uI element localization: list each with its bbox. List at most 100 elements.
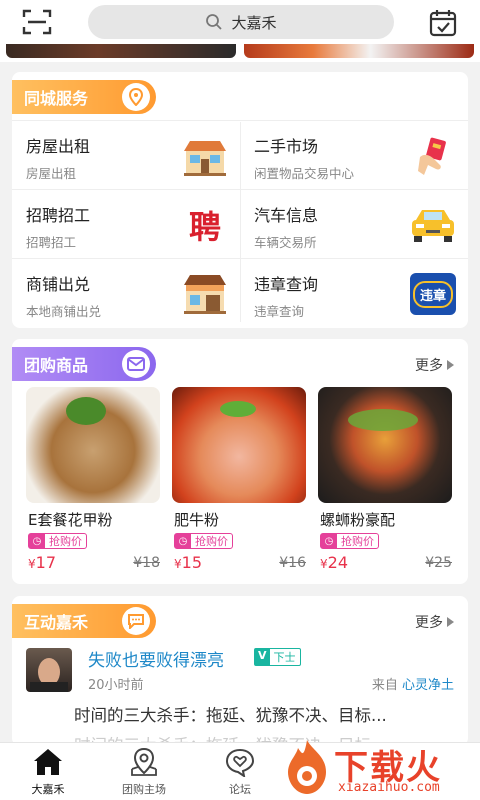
service-title: 二手市场	[254, 137, 319, 156]
rank-badge: V 下士	[254, 648, 301, 666]
shop-icon	[184, 275, 226, 314]
groupbuy-title-pill: 团购商品	[12, 347, 156, 381]
product-image[interactable]	[26, 387, 160, 503]
post-title[interactable]: 失败也要败得漂亮	[88, 646, 224, 671]
product-card[interactable]: 肥牛粉 ◷ 抢购价 ¥15 ¥16	[172, 387, 306, 575]
deal-tag: ◷ 抢购价	[174, 533, 233, 549]
service-house-rent[interactable]: 房屋出租 房屋出租	[12, 121, 240, 189]
services-title-pill: 同城服务	[12, 80, 156, 114]
chat-heart-icon	[225, 748, 255, 777]
currency-symbol: ¥	[28, 557, 36, 571]
clock-icon: ◷	[29, 534, 45, 548]
nav-item-home[interactable]: 大嘉禾	[8, 747, 88, 799]
service-subtitle: 房屋出租	[26, 166, 77, 181]
service-title: 汽车信息	[254, 206, 319, 225]
scan-icon[interactable]	[22, 8, 52, 36]
chat-bubble-icon	[122, 607, 150, 635]
price-value: 24	[327, 553, 348, 572]
service-subtitle: 本地商铺出兑	[26, 304, 102, 319]
service-recruitment[interactable]: 招聘招工 招聘招工 聘	[12, 190, 240, 258]
hand-card-icon	[418, 137, 446, 175]
currency-symbol: ¥	[174, 557, 182, 571]
violation-icon-text: 违章	[412, 280, 453, 308]
service-subtitle: 违章查询	[254, 304, 305, 319]
calendar-check-icon[interactable]	[428, 8, 458, 38]
product-name: 螺蛳粉豪配	[320, 511, 396, 529]
service-car-info[interactable]: 汽车信息 车辆交易所	[240, 190, 468, 258]
groupbuy-card: 团购商品 更多 E套餐花甲粉 ◷ 抢购价 ¥17 ¥18 肥牛粉 ◷ 抢购价 ¥…	[12, 339, 468, 584]
deal-tag-text: 抢购价	[195, 535, 228, 548]
service-title: 商铺出兑	[26, 275, 91, 294]
envelope-icon	[122, 350, 150, 378]
service-subtitle: 车辆交易所	[254, 235, 317, 250]
chevron-right-icon	[447, 617, 454, 627]
nav-label: 论坛	[229, 783, 251, 796]
clock-icon: ◷	[175, 534, 191, 548]
search-text: 大嘉禾	[231, 13, 277, 32]
product-card[interactable]: 螺蛳粉豪配 ◷ 抢购价 ¥24 ¥25	[318, 387, 452, 575]
violation-icon: 违章	[410, 273, 456, 315]
original-price: ¥16	[279, 555, 306, 571]
house-icon	[184, 141, 226, 176]
groupbuy-title: 团购商品	[24, 356, 89, 375]
services-title: 同城服务	[24, 89, 89, 108]
deal-tag: ◷ 抢购价	[320, 533, 379, 549]
groupbuy-more-link[interactable]: 更多	[415, 355, 454, 375]
car-icon	[412, 210, 454, 242]
post-source-prefix: 来自	[371, 678, 398, 693]
watermark: 下载火 xiazaihuo.com	[282, 736, 478, 800]
banner-image-left[interactable]	[6, 44, 236, 58]
more-label: 更多	[415, 358, 443, 374]
interaction-more-link[interactable]: 更多	[415, 612, 454, 632]
price-value: 17	[35, 553, 56, 572]
service-violation-query[interactable]: 违章查询 违章查询 违章	[240, 259, 468, 327]
search-bar[interactable]: 大嘉禾	[88, 5, 394, 39]
product-image[interactable]	[172, 387, 306, 503]
product-card[interactable]: E套餐花甲粉 ◷ 抢购价 ¥17 ¥18	[26, 387, 160, 575]
product-price: ¥24	[320, 553, 348, 572]
deal-tag-text: 抢购价	[49, 535, 82, 548]
top-bar: 大嘉禾	[0, 0, 480, 44]
product-price: ¥17	[28, 553, 56, 572]
post-body[interactable]: 时间的三大杀手：拖延、犹豫不决、目标...	[74, 702, 387, 726]
post-time: 20小时前	[88, 678, 144, 693]
search-icon	[206, 14, 223, 30]
deal-tag: ◷ 抢购价	[28, 533, 87, 549]
product-name: E套餐花甲粉	[28, 511, 113, 529]
product-image[interactable]	[318, 387, 452, 503]
location-pin-icon	[122, 83, 150, 111]
garnish-shape	[348, 409, 418, 431]
nav-item-groupbuy[interactable]: 团购主场	[104, 747, 184, 799]
currency-symbol: ¥	[320, 557, 328, 571]
pin-badge-icon: 聘	[182, 204, 228, 246]
service-second-hand[interactable]: 二手市场 闲置物品交易中心	[240, 121, 468, 189]
v-badge-mark: V	[255, 649, 270, 665]
home-icon	[34, 749, 62, 775]
service-subtitle: 闲置物品交易中心	[254, 166, 355, 181]
post-source-link[interactable]: 心灵净土	[402, 678, 454, 693]
service-shop-transfer[interactable]: 商铺出兑 本地商铺出兑	[12, 259, 240, 327]
interaction-title: 互动嘉禾	[24, 613, 89, 632]
pin-badge-text: 聘	[188, 208, 221, 246]
product-name: 肥牛粉	[174, 511, 220, 529]
more-label: 更多	[415, 615, 443, 631]
original-price: ¥18	[133, 555, 160, 571]
nav-item-forum[interactable]: 论坛	[200, 747, 280, 799]
watermark-url: xiazaihuo.com	[338, 780, 440, 795]
garnish-shape	[66, 397, 106, 425]
banner-image-right[interactable]	[244, 44, 474, 58]
banner-strip[interactable]	[0, 44, 480, 62]
service-title: 房屋出租	[26, 137, 91, 156]
service-subtitle: 招聘招工	[26, 235, 77, 250]
deal-tag-text: 抢购价	[341, 535, 374, 548]
service-title: 违章查询	[254, 275, 319, 294]
service-title: 招聘招工	[26, 206, 91, 225]
services-card: 同城服务 房屋出租 房屋出租 二手市场 闲置物品交易中心 招聘招工 招聘招工 聘…	[12, 72, 468, 328]
avatar[interactable]	[26, 648, 72, 692]
flame-logo-icon	[288, 740, 326, 794]
chevron-right-icon	[447, 360, 454, 370]
clock-icon: ◷	[321, 534, 337, 548]
interaction-card: 互动嘉禾 更多 失败也要败得漂亮 V 下士 20小时前 来自 心灵净土 时间的三…	[12, 596, 468, 746]
rank-badge-text: 下士	[273, 651, 296, 664]
original-price: ¥25	[425, 555, 452, 571]
